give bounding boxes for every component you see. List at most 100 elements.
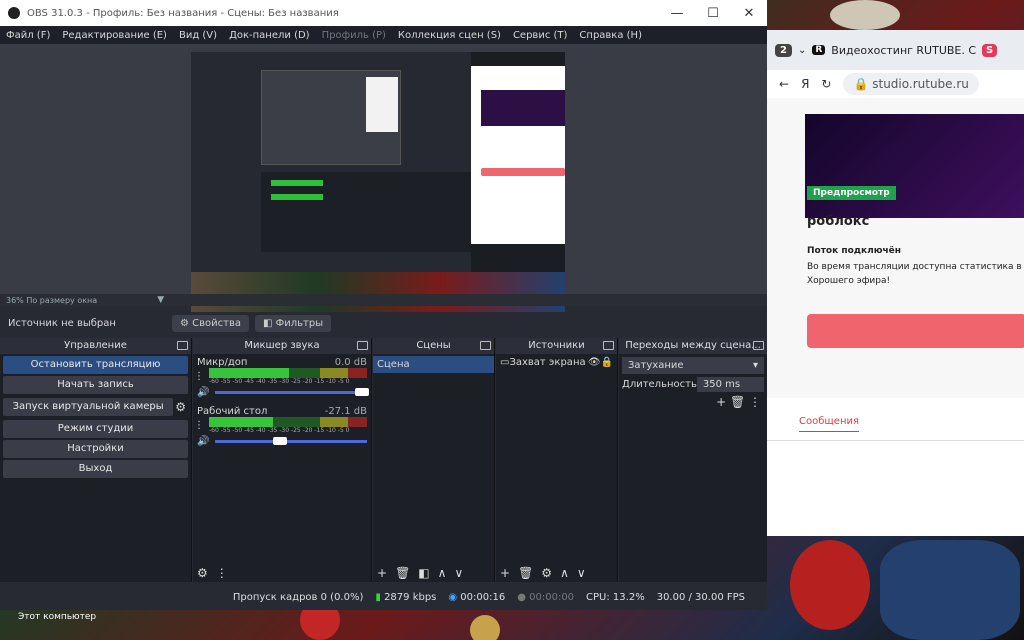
window-title: OBS 31.0.3 - Профиль: Без названия - Сце… xyxy=(27,7,339,19)
gear-icon: ⚙ xyxy=(180,317,193,329)
start-recording-button[interactable]: Начать запись xyxy=(3,376,188,394)
undock-icon[interactable] xyxy=(603,341,614,350)
remove-transition-icon[interactable]: 🗑 xyxy=(730,395,749,409)
obs-titlebar: OBS 31.0.3 - Профиль: Без названия - Сце… xyxy=(0,0,767,26)
undock-icon[interactable] xyxy=(357,341,368,350)
filters-button[interactable]: ◧ Фильтры xyxy=(255,314,332,332)
scene-item[interactable]: Сцена xyxy=(373,356,494,373)
track-name: Рабочий стол xyxy=(197,406,268,417)
status-bar: Пропуск кадров 0 (0.0%) ▮ 2879 kbps ◉ 00… xyxy=(0,584,767,610)
virtual-camera-button[interactable]: Запуск виртуальной камеры xyxy=(3,398,174,416)
decor-blob xyxy=(790,540,870,630)
stream-note: Во время трансляции доступна статистика … xyxy=(807,262,1024,272)
volume-slider[interactable] xyxy=(215,437,367,445)
track-menu-icon[interactable]: ⋮ xyxy=(193,371,205,382)
scenes-dock: Сцены Сцена + 🗑 ◧ ∧ ∨ xyxy=(373,338,495,582)
transitions-dock: Переходы между сцена... Затухание ▾ Длите… xyxy=(619,338,767,582)
undock-icon[interactable] xyxy=(480,341,491,350)
move-down-icon[interactable]: ∨ xyxy=(577,566,586,580)
clock-decoration xyxy=(830,0,900,30)
stream-wish: Хорошего эфира! xyxy=(807,276,891,286)
add-transition-icon[interactable]: + xyxy=(716,395,730,409)
preview-badge: Предпросмотр xyxy=(807,186,896,200)
undock-icon[interactable] xyxy=(177,341,188,350)
settings-button[interactable]: Настройки xyxy=(3,440,188,458)
url-field[interactable]: 🔒 studio.rutube.ru xyxy=(843,73,979,95)
volume-slider-handle[interactable] xyxy=(273,437,288,445)
properties-button[interactable]: ⚙ Свойства xyxy=(172,314,249,332)
signal-bars-icon: ▮ xyxy=(375,591,385,603)
lock-icon[interactable]: 🔒 xyxy=(601,357,613,368)
filter-icon: ◧ xyxy=(263,317,276,329)
obs-logo-icon xyxy=(8,7,20,19)
end-stream-button[interactable] xyxy=(807,314,1024,348)
transition-select[interactable]: Затухание ▾ xyxy=(622,357,764,374)
maximize-button[interactable]: ☐ xyxy=(695,6,731,21)
exit-button[interactable]: Выход xyxy=(3,460,188,478)
volume-slider-handle[interactable] xyxy=(354,388,369,396)
reload-icon[interactable]: ↻ xyxy=(821,77,831,91)
transition-type: Затухание xyxy=(628,360,684,371)
menu-scene-collection[interactable]: Коллекция сцен (S) xyxy=(392,30,507,41)
bitrate: 2879 kbps xyxy=(384,591,437,603)
stream-preview-image xyxy=(805,114,1024,218)
remove-scene-icon[interactable]: 🗑 xyxy=(395,566,410,580)
dock-title-mixer: Микшер звука xyxy=(244,340,320,351)
zoom-dropdown-icon[interactable]: ▼ xyxy=(157,295,164,305)
mixer-menu-icon[interactable]: ⋮ xyxy=(216,566,228,580)
dock-title-transitions: Переходы между сцена... xyxy=(625,340,761,351)
scene-filters-icon[interactable]: ◧ xyxy=(418,566,429,580)
yandex-icon[interactable]: Я xyxy=(801,77,809,91)
virtual-camera-settings-icon[interactable]: ⚙ xyxy=(175,400,186,414)
duration-spinbox[interactable]: 350 ms xyxy=(696,377,764,392)
close-button[interactable]: ✕ xyxy=(731,6,767,21)
menu-help[interactable]: Справка (H) xyxy=(573,30,648,41)
tab-messages[interactable]: Сообщения xyxy=(799,416,860,432)
audio-mixer-dock: Микшер звука Микр/доп 0.0 dB ⋮ -60 -55 -5… xyxy=(193,338,372,582)
menu-tools[interactable]: Сервис (T) xyxy=(507,30,573,41)
stop-stream-button[interactable]: Остановить трансляцию xyxy=(3,356,188,374)
dropped-frames: Пропуск кадров 0 (0.0%) xyxy=(232,591,364,603)
menu-view[interactable]: Вид (V) xyxy=(173,30,223,41)
move-up-icon[interactable]: ∧ xyxy=(560,566,569,580)
program-preview[interactable] xyxy=(0,44,767,330)
add-source-icon[interactable]: + xyxy=(500,566,510,580)
speaker-icon[interactable]: 🔊 xyxy=(197,387,209,398)
transition-menu-icon[interactable]: ⋮ xyxy=(749,395,761,409)
track-menu-icon[interactable]: ⋮ xyxy=(193,420,205,431)
browser-tab-title[interactable]: Видеохостинг RUTUBE. С xyxy=(831,44,976,57)
studio-mode-button[interactable]: Режим студии xyxy=(3,420,188,438)
speaker-icon[interactable]: 🔊 xyxy=(197,436,209,447)
sources-dock: Источники ▭ Захват экрана 👁 🔒 + 🗑 ⚙ ∧ ∨ xyxy=(496,338,618,582)
stream-icon: ◉ xyxy=(448,591,461,603)
menu-file[interactable]: Файл (F) xyxy=(0,30,56,41)
source-name: Захват экрана xyxy=(509,357,586,368)
remove-source-icon[interactable]: 🗑 xyxy=(518,566,533,580)
move-up-icon[interactable]: ∧ xyxy=(438,566,447,580)
minimize-button[interactable]: — xyxy=(659,6,695,21)
source-properties-icon[interactable]: ⚙ xyxy=(541,566,552,580)
preview-zoom-label[interactable]: 36% По размеру окна xyxy=(6,296,97,305)
eye-icon[interactable]: 👁 xyxy=(588,357,601,368)
browser-tab-bar: 2 ⌄ R Видеохостинг RUTUBE. С S xyxy=(767,30,1024,70)
menu-docks[interactable]: Док-панели (D) xyxy=(223,30,316,41)
menu-edit[interactable]: Редактирование (E) xyxy=(56,30,173,41)
source-toolbar: Источник не выбран ⚙ Свойства ◧ Фильтры xyxy=(0,312,767,334)
source-item[interactable]: ▭ Захват экрана 👁 🔒 xyxy=(496,354,617,371)
meter-scale: -60 -55 -50 -45 -40 -35 -30 -25 -20 -15 … xyxy=(209,427,350,434)
filters-label: Фильтры xyxy=(275,317,324,329)
mixer-settings-icon[interactable]: ⚙ xyxy=(197,566,208,580)
browser-window: 2 ⌄ R Видеохостинг RUTUBE. С S ← Я ↻ 🔒 s… xyxy=(767,30,1024,536)
desktop-computer-label[interactable]: Этот компьютер xyxy=(18,612,96,622)
tab-favicon-icon[interactable]: S xyxy=(982,43,998,57)
tab-count-badge[interactable]: 2 xyxy=(775,43,792,57)
move-down-icon[interactable]: ∨ xyxy=(454,566,463,580)
add-scene-icon[interactable]: + xyxy=(377,566,387,580)
lock-icon: 🔒 xyxy=(853,77,873,91)
volume-slider[interactable] xyxy=(215,388,369,396)
back-icon[interactable]: ← xyxy=(779,77,789,91)
address-bar: ← Я ↻ 🔒 studio.rutube.ru xyxy=(767,70,1024,98)
chevron-down-icon[interactable]: ⌄ xyxy=(798,45,806,56)
monitor-icon: ▭ xyxy=(500,357,510,368)
undock-icon[interactable] xyxy=(753,341,764,350)
